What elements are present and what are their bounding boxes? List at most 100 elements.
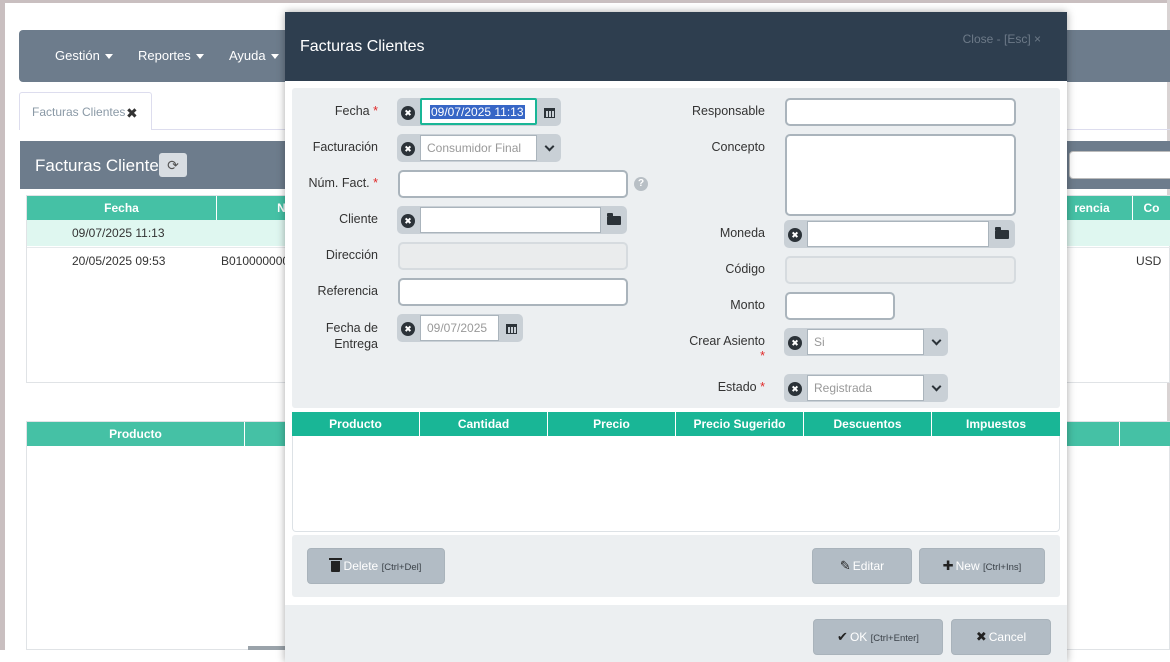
window-top-border xyxy=(0,0,1170,3)
crear-asiento-label-text: Crear Asiento xyxy=(689,334,765,348)
codigo-input xyxy=(785,256,1016,284)
cliente-lookup: ✖ xyxy=(397,206,627,234)
nav-menu-gestion-label: Gestión xyxy=(55,48,100,63)
nav-menu-ayuda[interactable]: Ayuda xyxy=(229,48,279,63)
new-button[interactable]: ✚ New [Ctrl+Ins] xyxy=(919,548,1045,584)
required-mark: * xyxy=(373,176,378,190)
clear-icon[interactable]: ✖ xyxy=(401,106,415,120)
edit-button-label: Editar xyxy=(852,559,885,573)
dialog-close-button[interactable]: Close - [Esc] × xyxy=(963,32,1041,46)
fecha-label-text: Fecha xyxy=(334,104,370,118)
moneda-input[interactable] xyxy=(807,221,989,247)
column-header-moneda[interactable]: Co xyxy=(1132,196,1170,220)
folder-open-icon xyxy=(607,213,621,226)
fecha-value: 09/07/2025 11:13 xyxy=(430,105,525,119)
refresh-button[interactable]: ⟳ xyxy=(159,153,187,177)
calendar-button[interactable] xyxy=(499,314,523,342)
new-button-label: New xyxy=(955,559,980,573)
close-tab-icon[interactable]: ✖ xyxy=(126,105,138,122)
chevron-down-icon xyxy=(544,141,554,152)
monto-input[interactable] xyxy=(785,292,895,320)
crear-asiento-input[interactable]: Si xyxy=(807,329,924,355)
delete-button-label: Delete xyxy=(343,559,379,573)
dropdown-button[interactable] xyxy=(537,134,561,162)
codigo-label: Código xyxy=(725,262,765,276)
detail-action-bar: Delete [Ctrl+Del] ✎ Editar ✚ New [Ctrl+Ins… xyxy=(292,535,1060,597)
calendar-button[interactable] xyxy=(537,98,561,126)
num-fact-label: Núm. Fact. * xyxy=(300,176,378,190)
window-left-border xyxy=(0,0,5,650)
list-search-input[interactable] xyxy=(1069,151,1170,179)
nav-menu-gestion[interactable]: Gestión xyxy=(55,48,113,63)
clear-icon[interactable]: ✖ xyxy=(401,214,415,228)
estado-label: Estado * xyxy=(665,380,765,394)
clear-icon[interactable]: ✖ xyxy=(401,322,415,336)
list-title: Facturas Clientes xyxy=(35,156,168,175)
facturacion-input[interactable]: Consumidor Final xyxy=(420,135,537,161)
help-icon[interactable]: ? xyxy=(634,177,648,191)
dropdown-button[interactable] xyxy=(924,374,948,402)
clear-icon[interactable]: ✖ xyxy=(788,382,802,396)
row-moneda: USD xyxy=(1136,254,1162,268)
nav-menu-reportes[interactable]: Reportes xyxy=(138,48,204,63)
browse-button[interactable] xyxy=(601,206,627,234)
detail-table-body xyxy=(292,436,1060,532)
monto-label: Monto xyxy=(730,298,765,312)
referencia-label: Referencia xyxy=(317,284,378,298)
responsable-label: Responsable xyxy=(692,104,765,118)
delete-button[interactable]: Delete [Ctrl+Del] xyxy=(307,548,445,584)
clear-icon[interactable]: ✖ xyxy=(788,336,802,350)
fecha-label: Fecha * xyxy=(300,104,378,118)
crear-asiento-label: Crear Asiento * xyxy=(665,334,765,364)
fecha-entrega-input[interactable]: 09/07/2025 xyxy=(420,315,499,341)
fecha-input[interactable]: 09/07/2025 11:13 xyxy=(420,98,537,125)
facturacion-label: Facturación xyxy=(312,140,378,154)
row-numero: B010000000 xyxy=(221,254,290,268)
dropdown-button[interactable] xyxy=(924,328,948,356)
row-fecha: 09/07/2025 11:13 xyxy=(72,226,165,240)
calendar-icon xyxy=(543,107,555,118)
column-divider xyxy=(1119,422,1120,446)
fecha-entrega-picker: ✖ 09/07/2025 xyxy=(397,314,523,342)
delete-shortcut: [Ctrl+Del] xyxy=(381,562,422,573)
estado-input[interactable]: Registrada xyxy=(807,375,924,401)
num-fact-input[interactable] xyxy=(398,170,628,198)
column-header-fecha[interactable]: Fecha xyxy=(27,196,217,220)
required-mark: * xyxy=(760,380,765,394)
column-header-impuestos[interactable]: Impuestos xyxy=(932,412,1060,436)
ok-button-label: OK xyxy=(849,630,868,644)
tab-label: Facturas Clientes xyxy=(32,105,126,119)
referencia-input[interactable] xyxy=(398,278,628,306)
folder-open-icon xyxy=(995,227,1009,240)
column-header-descuentos[interactable]: Descuentos xyxy=(804,412,932,436)
column-header-precio[interactable]: Precio xyxy=(548,412,676,436)
chevron-down-icon xyxy=(931,381,941,392)
moneda-label: Moneda xyxy=(719,226,765,240)
crear-asiento-select: ✖ Si xyxy=(784,328,948,356)
concepto-textarea[interactable] xyxy=(785,134,1016,216)
column-header-cantidad[interactable]: Cantidad xyxy=(420,412,548,436)
column-header-producto[interactable]: Producto xyxy=(27,422,245,446)
edit-button[interactable]: ✎ Editar xyxy=(812,548,912,584)
cliente-input[interactable] xyxy=(420,207,601,233)
clear-icon[interactable]: ✖ xyxy=(401,142,415,156)
direccion-input xyxy=(398,242,628,270)
column-header-producto[interactable]: Producto xyxy=(292,412,420,436)
tab-facturas-clientes[interactable]: Facturas Clientes ✖ xyxy=(19,92,152,130)
moneda-lookup: ✖ xyxy=(784,220,1015,248)
new-shortcut: [Ctrl+Ins] xyxy=(982,562,1022,573)
plus-icon: ✚ xyxy=(942,558,954,573)
facturacion-select: ✖ Consumidor Final xyxy=(397,134,561,162)
concepto-label: Concepto xyxy=(711,140,765,154)
estado-label-text: Estado xyxy=(717,380,757,394)
fecha-entrega-label-line1: Fecha de xyxy=(325,321,378,335)
dialog-footer: ✔ OK [Ctrl+Enter] ✖ Cancel xyxy=(285,605,1067,662)
column-header-precio-sugerido[interactable]: Precio Sugerido xyxy=(676,412,804,436)
clear-icon[interactable]: ✖ xyxy=(788,228,802,242)
close-icon: ✖ xyxy=(975,629,987,644)
fecha-entrega-label-line2: Entrega xyxy=(334,337,378,351)
refresh-icon: ⟳ xyxy=(167,157,179,173)
browse-button[interactable] xyxy=(989,220,1015,248)
responsable-input[interactable] xyxy=(785,98,1016,126)
nav-menu-ayuda-label: Ayuda xyxy=(229,48,266,63)
